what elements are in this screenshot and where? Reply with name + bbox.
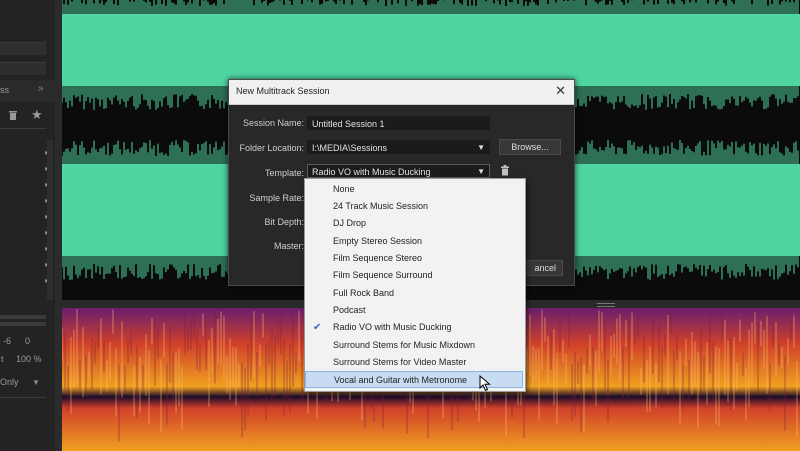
template-option[interactable]: Surround Stems for Video Master xyxy=(305,354,523,371)
session-name-value: Untitled Session 1 xyxy=(312,119,385,129)
meter-scale-label: -6 xyxy=(3,336,12,346)
chevron-down-icon: ▼ xyxy=(477,143,485,152)
template-option[interactable]: Full Rock Band xyxy=(305,285,523,302)
template-option[interactable]: 24 Track Music Session xyxy=(305,198,523,215)
template-dropdown[interactable]: Radio VO with Music Ducking ▼ xyxy=(307,164,490,178)
percent-value: 100 % xyxy=(16,354,42,364)
level-meter xyxy=(0,322,46,326)
checkmark-icon: ✔ xyxy=(313,322,322,333)
template-option[interactable]: Film Sequence Stereo xyxy=(305,250,523,267)
fragment-text: t xyxy=(1,354,4,364)
template-label: Template: xyxy=(264,168,304,178)
template-value: Radio VO with Music Ducking xyxy=(312,167,431,177)
template-option[interactable]: Film Sequence Surround xyxy=(305,267,523,284)
session-name-label: Session Name: xyxy=(242,118,304,128)
trash-icon[interactable] xyxy=(500,165,510,179)
template-dropdown-menu: None 24 Track Music Session DJ Drop Empt… xyxy=(304,178,526,392)
panel-header-bar xyxy=(0,62,46,75)
sample-rate-label: Sample Rate: xyxy=(249,193,304,203)
divider xyxy=(0,128,46,129)
template-option[interactable]: DJ Drop xyxy=(305,215,523,232)
master-label: Master: xyxy=(273,241,304,251)
chevron-down-icon: ▼ xyxy=(477,167,485,176)
splitter-grip-icon[interactable] xyxy=(597,303,615,307)
mouse-pointer-icon xyxy=(479,374,491,395)
scrollbar-track[interactable] xyxy=(47,140,53,300)
folder-location-dropdown[interactable]: I:\MEDIA\Sessions ▼ xyxy=(307,140,490,154)
dropdown-fragment[interactable]: Only xyxy=(0,377,19,387)
dialog-title: New Multitrack Session xyxy=(236,86,330,96)
panel-header-bar xyxy=(0,42,46,55)
dialog-titlebar[interactable]: New Multitrack Session ✕ xyxy=(229,80,574,105)
folder-location-label: Folder Location: xyxy=(239,143,304,153)
bit-depth-label: Bit Depth: xyxy=(264,217,304,227)
folder-location-value: I:\MEDIA\Sessions xyxy=(312,143,388,153)
template-option[interactable]: Empty Stereo Session xyxy=(305,233,523,250)
template-option[interactable]: Surround Stems for Music Mixdown xyxy=(305,337,523,354)
close-icon[interactable]: ✕ xyxy=(555,83,566,99)
chevron-down-icon[interactable]: ▼ xyxy=(32,378,40,387)
template-option-selected[interactable]: ✔ Radio VO with Music Ducking xyxy=(305,319,523,336)
session-name-input[interactable]: Untitled Session 1 xyxy=(307,116,490,130)
trash-icon[interactable] xyxy=(8,109,18,123)
level-meter xyxy=(0,315,46,319)
left-panel: ss » ★ ▸ ▸ ▸ ▸ ▸ ▸ ▸ ▸ ▸ -6 0 t 100 % On… xyxy=(0,0,56,451)
star-icon[interactable]: ★ xyxy=(31,107,43,123)
browse-button[interactable]: Browse... xyxy=(499,139,561,155)
double-chevron-right-icon[interactable]: » xyxy=(38,83,44,94)
divider xyxy=(0,397,46,398)
meter-scale-label: 0 xyxy=(25,336,31,346)
panel-toolbar: ss » xyxy=(0,80,55,102)
template-option[interactable]: None xyxy=(305,181,523,198)
template-option[interactable]: Podcast xyxy=(305,302,523,319)
panel-gutter xyxy=(55,0,62,451)
panel-tab-fragment: ss xyxy=(0,85,9,95)
